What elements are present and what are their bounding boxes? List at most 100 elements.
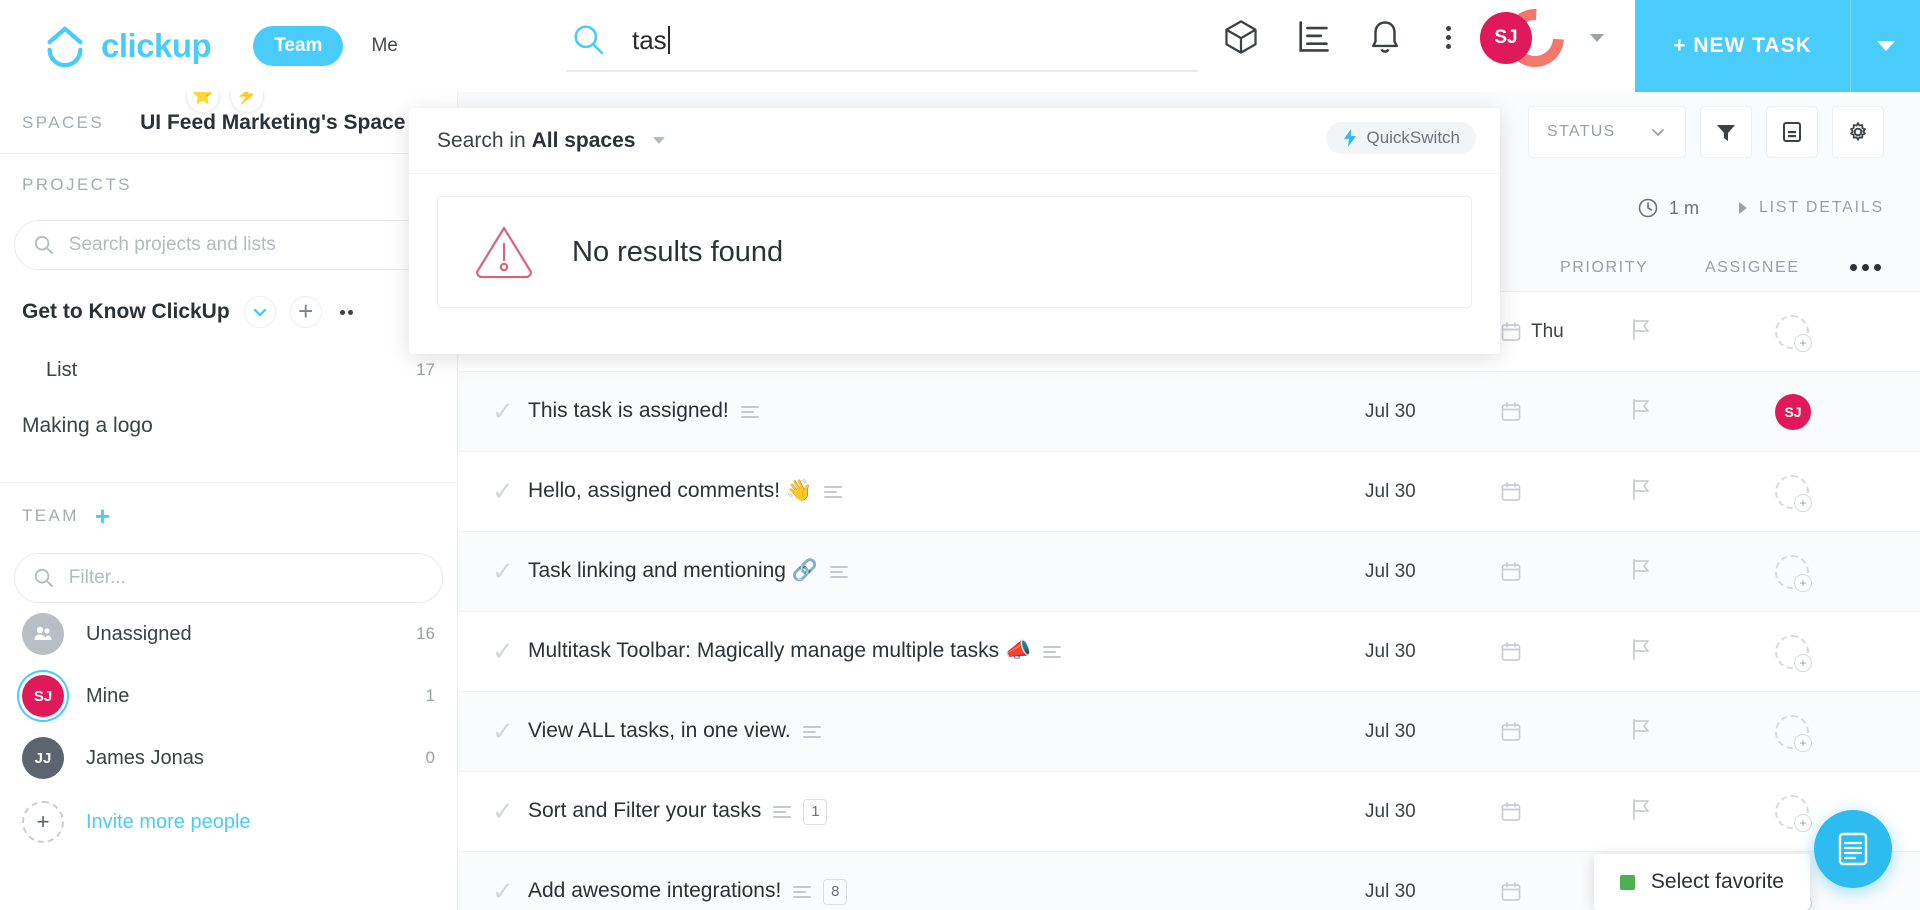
task-priority[interactable] bbox=[1630, 557, 1775, 586]
table-row[interactable]: ✓ Task linking and mentioning 🔗 Jul 30 bbox=[458, 532, 1920, 612]
quickswitch-badge[interactable]: QuickSwitch bbox=[1326, 122, 1476, 154]
new-task-button[interactable]: + NEW TASK bbox=[1635, 0, 1850, 92]
task-assignee[interactable] bbox=[1775, 634, 1920, 672]
task-start-date[interactable] bbox=[1500, 401, 1630, 423]
task-complete-checkbox[interactable]: ✓ bbox=[492, 556, 528, 587]
task-assignee[interactable] bbox=[1775, 314, 1920, 352]
task-title[interactable]: Sort and Filter your tasks 1 bbox=[528, 797, 1365, 825]
task-title[interactable]: Hello, assigned comments! 👋 bbox=[528, 477, 1365, 505]
chevron-down-icon[interactable] bbox=[653, 137, 666, 144]
more-vertical-icon[interactable] bbox=[1438, 25, 1459, 49]
add-assignee-button[interactable] bbox=[1775, 634, 1812, 672]
task-complete-checkbox[interactable]: ✓ bbox=[492, 636, 528, 667]
add-assignee-button[interactable] bbox=[1775, 714, 1812, 752]
task-assignee[interactable] bbox=[1775, 714, 1920, 752]
calendar-icon[interactable] bbox=[1500, 721, 1522, 743]
sidebar-member-james-jonas[interactable]: JJ James Jonas 0 bbox=[0, 727, 457, 789]
task-due-date[interactable]: Jul 30 bbox=[1365, 401, 1500, 423]
search-input[interactable]: tas bbox=[632, 25, 667, 56]
task-due-date[interactable]: Jul 30 bbox=[1365, 801, 1500, 823]
sidebar-member-mine[interactable]: SJ Mine 1 bbox=[0, 665, 457, 727]
table-row[interactable]: ✓ Hello, assigned comments! 👋 Jul 30 bbox=[458, 452, 1920, 532]
global-search[interactable]: tas bbox=[566, 10, 1198, 72]
logo[interactable]: clickup bbox=[42, 23, 212, 69]
task-assignee[interactable] bbox=[1775, 474, 1920, 512]
avatar[interactable]: SJ bbox=[1775, 393, 1811, 430]
add-list-button[interactable]: + bbox=[289, 296, 322, 328]
project-search[interactable] bbox=[14, 220, 443, 270]
add-assignee-button[interactable] bbox=[1775, 474, 1812, 512]
task-title[interactable]: Multitask Toolbar: Magically manage mult… bbox=[528, 637, 1365, 665]
task-priority[interactable] bbox=[1630, 317, 1775, 346]
task-title[interactable]: This task is assigned! bbox=[528, 397, 1365, 425]
sidebar-project-get-to-know-clickup[interactable]: Get to Know ClickUp + bbox=[0, 282, 457, 342]
task-complete-checkbox[interactable]: ✓ bbox=[492, 476, 528, 507]
calendar-icon[interactable] bbox=[1500, 801, 1522, 823]
column-assignee[interactable]: ASSIGNEE bbox=[1705, 259, 1850, 277]
reporting-icon[interactable] bbox=[1294, 18, 1332, 56]
sidebar-list-item[interactable]: List 17 bbox=[0, 342, 457, 398]
task-title[interactable]: Add awesome integrations! 8 bbox=[528, 877, 1365, 905]
team-filter[interactable] bbox=[14, 553, 443, 603]
column-options-icon[interactable] bbox=[1850, 264, 1920, 271]
avatar[interactable]: SJ bbox=[1480, 12, 1532, 64]
box-icon[interactable] bbox=[1222, 18, 1260, 56]
table-row[interactable]: ✓ Multitask Toolbar: Magically manage mul… bbox=[458, 612, 1920, 692]
save-view-button[interactable] bbox=[1766, 106, 1818, 158]
calendar-icon[interactable] bbox=[1500, 481, 1522, 503]
task-priority[interactable] bbox=[1630, 637, 1775, 666]
task-start-date[interactable] bbox=[1500, 641, 1630, 663]
task-title[interactable]: Task linking and mentioning 🔗 bbox=[528, 557, 1365, 585]
table-row[interactable]: ✓ Sort and Filter your tasks 1 Jul 30 bbox=[458, 772, 1920, 852]
task-due-date[interactable]: Jul 30 bbox=[1365, 561, 1500, 583]
task-complete-checkbox[interactable]: ✓ bbox=[492, 396, 528, 427]
chevron-down-icon[interactable] bbox=[1590, 34, 1604, 42]
project-more-icon[interactable] bbox=[339, 309, 353, 315]
sidebar-member-unassigned[interactable]: Unassigned 16 bbox=[0, 603, 457, 665]
task-priority[interactable] bbox=[1630, 717, 1775, 746]
task-priority[interactable] bbox=[1630, 477, 1775, 506]
add-team-member-button[interactable]: + bbox=[95, 503, 110, 529]
task-due-date[interactable]: Jul 30 bbox=[1365, 881, 1500, 903]
calendar-icon[interactable] bbox=[1500, 321, 1522, 343]
task-start-date[interactable] bbox=[1500, 481, 1630, 503]
invite-more-people-button[interactable]: + Invite more people bbox=[0, 789, 457, 855]
new-task-dropdown-button[interactable] bbox=[1850, 0, 1920, 92]
settings-button[interactable] bbox=[1832, 106, 1884, 158]
calendar-icon[interactable] bbox=[1500, 561, 1522, 583]
sidebar-project-making-a-logo[interactable]: Making a logo bbox=[0, 398, 457, 454]
user-avatar-group[interactable]: SJ bbox=[1480, 0, 1604, 79]
project-search-input[interactable] bbox=[68, 234, 424, 256]
task-title[interactable]: View ALL tasks, in one view. bbox=[528, 717, 1365, 745]
team-filter-input[interactable] bbox=[68, 567, 424, 589]
task-assignee[interactable]: SJ bbox=[1775, 393, 1920, 430]
status-filter-dropdown[interactable]: STATUS bbox=[1528, 106, 1686, 158]
task-priority[interactable] bbox=[1630, 797, 1775, 826]
current-space-name[interactable]: UI Feed Marketing's Space bbox=[140, 111, 405, 135]
bell-icon[interactable] bbox=[1366, 18, 1404, 56]
search-scope-text[interactable]: Search in All spaces bbox=[437, 129, 635, 153]
task-due-date[interactable]: Jul 30 bbox=[1365, 481, 1500, 503]
task-start-date[interactable] bbox=[1500, 801, 1630, 823]
task-assignee[interactable] bbox=[1775, 554, 1920, 592]
table-row[interactable]: ✓ View ALL tasks, in one view. Jul 30 bbox=[458, 692, 1920, 772]
team-toggle[interactable]: Team bbox=[253, 26, 344, 66]
calendar-icon[interactable] bbox=[1500, 401, 1522, 423]
notepad-fab-button[interactable] bbox=[1814, 810, 1892, 888]
add-assignee-button[interactable] bbox=[1775, 794, 1812, 832]
column-priority[interactable]: PRIORITY bbox=[1560, 259, 1705, 277]
task-start-date[interactable]: Thu bbox=[1500, 321, 1630, 343]
list-details-toggle[interactable]: LIST DETAILS bbox=[1738, 199, 1884, 217]
calendar-icon[interactable] bbox=[1500, 641, 1522, 663]
me-toggle[interactable]: Me bbox=[371, 35, 397, 57]
task-due-date[interactable]: Jul 30 bbox=[1365, 721, 1500, 743]
task-due-date[interactable]: Jul 30 bbox=[1365, 641, 1500, 663]
task-complete-checkbox[interactable]: ✓ bbox=[492, 876, 528, 907]
select-favorite-tooltip[interactable]: Select favorite bbox=[1593, 854, 1810, 910]
task-start-date[interactable] bbox=[1500, 561, 1630, 583]
task-priority[interactable] bbox=[1630, 397, 1775, 426]
table-row[interactable]: ✓ This task is assigned! Jul 30 SJ bbox=[458, 372, 1920, 452]
calendar-icon[interactable] bbox=[1500, 881, 1522, 903]
add-assignee-button[interactable] bbox=[1775, 554, 1812, 592]
task-complete-checkbox[interactable]: ✓ bbox=[492, 796, 528, 827]
